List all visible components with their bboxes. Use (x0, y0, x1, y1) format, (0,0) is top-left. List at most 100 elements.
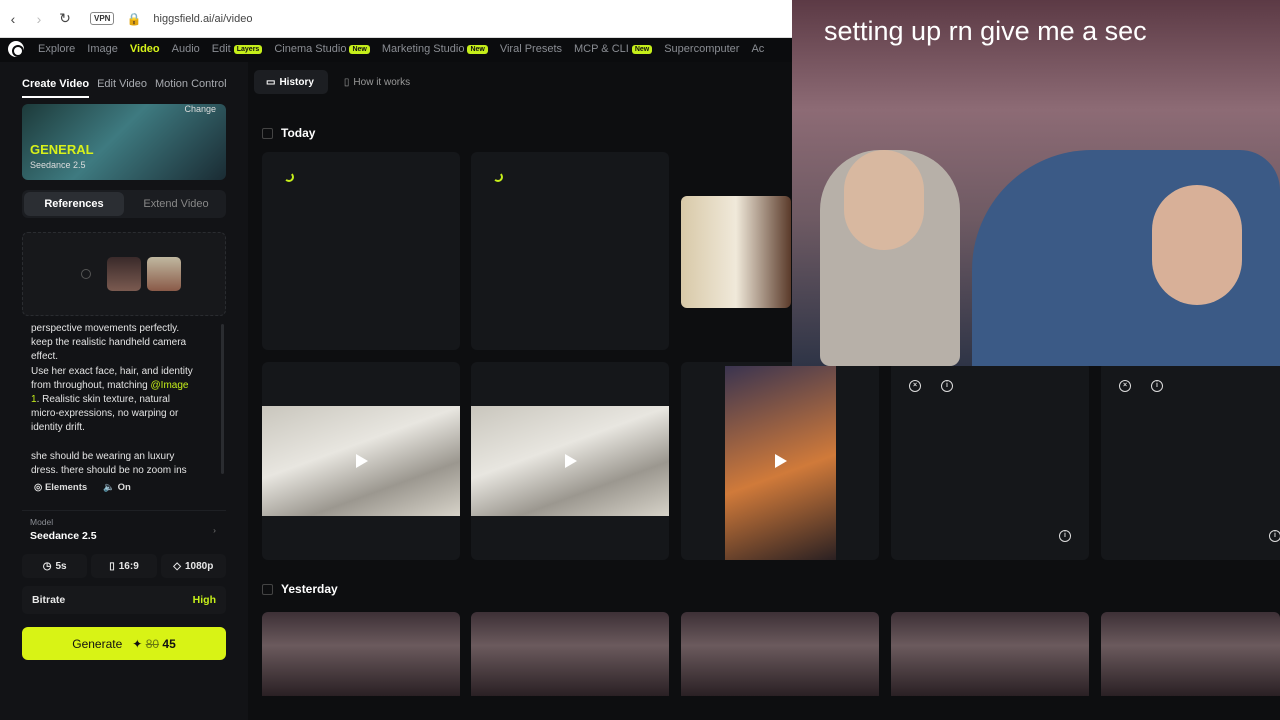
tab-motion-control[interactable]: Motion Control (155, 78, 227, 98)
preset-model: Seedance 2.5 (30, 160, 86, 170)
generate-label: Generate (72, 636, 123, 651)
clock-icon: ◷ (42, 560, 52, 572)
video-thumbnail[interactable] (471, 612, 669, 696)
reference-thumb[interactable] (147, 257, 181, 291)
nav-mcp-cli[interactable]: MCP & CLI New (574, 43, 653, 55)
lock-icon: 🔒 (126, 11, 142, 26)
video-card-failed[interactable]: × i i (891, 362, 1089, 560)
tab-how-label: How it works (353, 76, 411, 88)
loading-spinner-icon (284, 172, 294, 182)
model-label: Model (30, 517, 54, 527)
higgsfield-logo-icon[interactable] (8, 41, 24, 57)
play-icon[interactable] (775, 454, 787, 468)
video-thumbnail[interactable] (725, 366, 836, 560)
resolution-select[interactable]: ◇ 1080p (160, 554, 226, 578)
prompt-scrollbar[interactable] (221, 324, 224, 474)
resolution-icon: ◇ (173, 560, 181, 572)
duration-value: 5s (55, 560, 67, 572)
tab-history[interactable]: ▭ History (254, 70, 328, 94)
yesterday-header: Yesterday (262, 582, 338, 596)
info-icon[interactable]: i (1151, 380, 1163, 392)
video-thumbnail[interactable] (891, 612, 1089, 696)
new-credits: 45 (162, 636, 176, 651)
model-value: Seedance 2.5 (30, 530, 97, 542)
change-preset-button[interactable]: Change (184, 104, 216, 114)
select-all-checkbox[interactable] (262, 583, 273, 595)
close-icon[interactable]: × (909, 380, 921, 392)
elements-button[interactable]: ◎ Elements (34, 482, 87, 493)
info-icon[interactable]: i (941, 380, 953, 392)
nav-video[interactable]: Video (130, 43, 160, 55)
reload-icon[interactable]: ↻ (58, 10, 72, 27)
top-nav: Explore Image Video Audio Edit Layers Cin… (0, 38, 792, 60)
old-credits: 80 (145, 636, 160, 651)
nav-cinema-studio[interactable]: Cinema Studio New (274, 43, 370, 55)
nav-image[interactable]: Image (87, 43, 118, 55)
prompt-line: from throughout, matching @Image (31, 379, 216, 393)
generation-options: ◷ 5s ▯ 16:9 ◇ 1080p (22, 554, 226, 578)
nav-edit[interactable]: Edit Layers (212, 43, 263, 55)
play-icon[interactable] (565, 454, 577, 468)
main-tabs: ▭ History ▯ How it works (254, 70, 424, 94)
audio-label: On (117, 482, 131, 493)
prompt-line (31, 436, 216, 450)
new-badge: New (631, 44, 653, 54)
preset-name: GENERAL (30, 142, 94, 157)
credits: ✦ 80 45 (132, 636, 176, 651)
video-card[interactable] (471, 362, 669, 560)
nav-marketing-studio[interactable]: Marketing Studio New (382, 43, 488, 55)
video-card[interactable] (262, 362, 460, 560)
prompt-line: identity drift. (31, 422, 85, 434)
video-card-thumbnail[interactable] (681, 196, 791, 308)
layers-badge: Layers (233, 44, 263, 54)
video-card-failed[interactable]: × i i (1101, 362, 1280, 560)
close-icon[interactable]: × (1119, 380, 1131, 392)
nav-explore[interactable]: Explore (38, 43, 75, 55)
ratio-select[interactable]: ▯ 16:9 (91, 554, 157, 578)
add-reference-icon[interactable] (81, 269, 91, 279)
vpn-badge[interactable]: VPN (90, 12, 115, 25)
audio-toggle[interactable]: 🔈 On (103, 482, 131, 493)
extend-video-tab[interactable]: Extend Video (126, 190, 226, 218)
video-card-pending[interactable] (262, 152, 460, 350)
nav-marketing-label: Marketing Studio (381, 43, 465, 55)
tab-edit-video[interactable]: Edit Video (97, 78, 147, 98)
image-mention[interactable]: @Image (151, 380, 189, 391)
references-tab[interactable]: References (24, 192, 124, 216)
model-selector[interactable]: Model Seedance 2.5 › (22, 510, 226, 550)
prompt-line: Use her exact face, hair, and identity (31, 365, 193, 377)
ratio-icon: ▯ (109, 560, 115, 572)
info-icon[interactable]: i (1059, 530, 1071, 542)
nav-viral-presets[interactable]: Viral Presets (500, 43, 562, 55)
forward-icon[interactable]: › (32, 11, 46, 27)
prompt-line: keep the realistic handheld camera (31, 337, 187, 349)
chevron-right-icon: › (213, 525, 216, 535)
bitrate-select[interactable]: Bitrate High (22, 586, 226, 614)
generate-button[interactable]: Generate ✦ 80 45 (22, 627, 226, 660)
nav-audio[interactable]: Audio (172, 43, 200, 55)
address-bar[interactable]: higgsfield.ai/ai/video (153, 13, 252, 25)
today-label: Today (281, 126, 316, 140)
prompt-text: . Realistic skin texture, natural (36, 394, 170, 406)
video-thumbnail[interactable] (262, 612, 460, 696)
video-card-pending[interactable] (471, 152, 669, 350)
loading-spinner-icon (493, 172, 503, 182)
tab-create-video[interactable]: Create Video (22, 78, 90, 98)
reference-thumb[interactable] (107, 257, 141, 291)
select-all-checkbox[interactable] (262, 127, 273, 139)
preset-card[interactable]: Change GENERAL Seedance 2.5 (22, 104, 226, 180)
video-thumbnail[interactable] (1101, 612, 1280, 696)
stream-caption: setting up rn give me a sec (824, 16, 1147, 46)
nav-more[interactable]: Ac (751, 43, 764, 55)
nav-mcp-label: MCP & CLI (574, 43, 629, 55)
info-icon[interactable]: i (1269, 530, 1280, 542)
tab-how-it-works[interactable]: ▯ How it works (332, 70, 424, 94)
nav-supercomputer[interactable]: Supercomputer (664, 43, 739, 55)
webcam-person-head (1152, 185, 1242, 305)
play-icon[interactable] (356, 454, 368, 468)
prompt-line: she should be wearing an luxury (31, 450, 175, 462)
prompt-textarea[interactable]: perspective movements perfectly. keep th… (22, 320, 226, 506)
video-thumbnail[interactable] (681, 612, 879, 696)
back-icon[interactable]: ‹ (6, 11, 20, 27)
duration-select[interactable]: ◷ 5s (22, 554, 88, 578)
